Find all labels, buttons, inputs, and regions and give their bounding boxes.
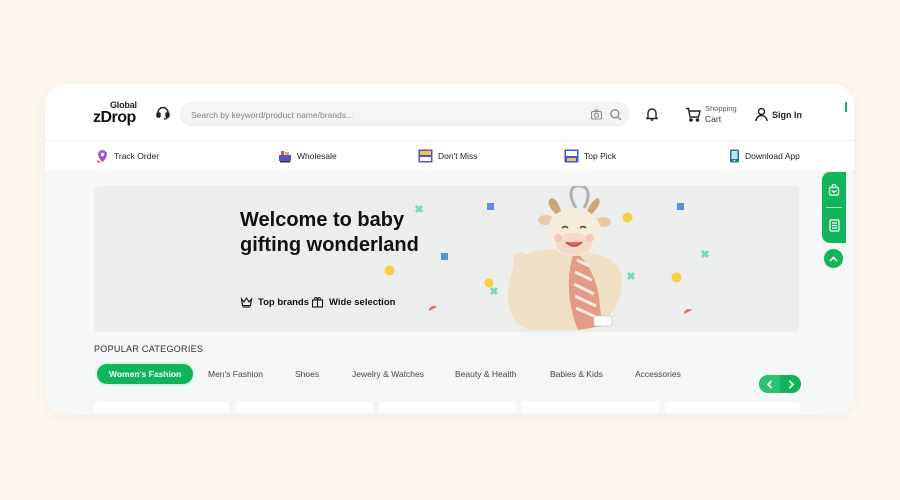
notification-bell-icon[interactable] xyxy=(644,106,660,122)
feature-label: Wide selection xyxy=(329,296,396,308)
location-pin-icon xyxy=(96,150,107,163)
search-icon[interactable] xyxy=(609,108,622,121)
confetti-shape xyxy=(384,265,395,276)
product-card[interactable] xyxy=(665,402,800,412)
confetti-shape xyxy=(414,204,424,214)
browser-frame: Global zDrop Search by keyword/product n… xyxy=(45,84,854,415)
site-header: Global zDrop Search by keyword/product n… xyxy=(45,84,854,140)
shopping-bag-icon xyxy=(828,183,840,196)
nav-top-pick[interactable]: Top Pick xyxy=(564,147,616,165)
sign-in-label: Sign In xyxy=(772,110,802,120)
tab-womens-fashion[interactable]: Women's Fashion xyxy=(97,364,194,384)
nav-label-track-order: Track Order xyxy=(114,151,160,161)
floating-side-panel xyxy=(822,172,846,243)
tab-accessories[interactable]: Accessories xyxy=(635,364,681,384)
logo-zdrop-text: zDrop xyxy=(93,109,136,126)
cart-label-bottom: Cart xyxy=(705,114,722,124)
camera-icon[interactable] xyxy=(590,108,603,121)
quick-nav: Track Order Wholesale Don't Miss Top Pic… xyxy=(45,140,854,170)
feature-top-brands: Top brands xyxy=(240,296,309,308)
search-bar xyxy=(180,102,629,126)
wholesale-icon xyxy=(279,151,291,163)
nav-label-wholesale: Wholesale xyxy=(297,151,337,161)
plush-toy-image xyxy=(508,186,623,330)
arrow-up-icon xyxy=(829,255,838,262)
product-card[interactable] xyxy=(236,402,373,412)
cart-label-top: Shopping xyxy=(705,104,737,113)
gift-box-icon xyxy=(311,296,324,308)
confetti-shape xyxy=(671,272,682,283)
confetti-shape xyxy=(441,253,448,260)
nav-download-app[interactable]: Download App xyxy=(729,147,800,165)
nav-track-order[interactable]: Track Order xyxy=(96,147,159,165)
user-icon xyxy=(755,107,768,122)
phone-icon xyxy=(730,149,739,163)
confetti-shape xyxy=(700,249,710,259)
cart-icon xyxy=(686,107,701,122)
support-headset-icon[interactable] xyxy=(155,105,171,121)
nav-label-download-app: Download App xyxy=(745,151,800,161)
chevron-left-icon xyxy=(766,379,772,389)
carousel-next-button[interactable] xyxy=(780,375,801,393)
product-card[interactable] xyxy=(522,402,659,412)
confetti-shape xyxy=(677,203,684,210)
nav-dont-miss[interactable]: Don't Miss xyxy=(418,147,477,165)
tab-babies-kids[interactable]: Babies & Kids xyxy=(550,364,603,384)
sign-in-button[interactable]: Sign In xyxy=(754,107,814,123)
popular-categories-title: POPULAR CATEGORIES xyxy=(94,344,204,354)
search-input[interactable] xyxy=(191,107,581,122)
scroll-to-top-button[interactable] xyxy=(824,249,843,268)
shopping-cart-button[interactable]: Shopping Cart xyxy=(685,104,745,126)
best-price-icon xyxy=(418,149,433,163)
nav-wholesale[interactable]: Wholesale xyxy=(278,147,337,165)
top-pick-icon xyxy=(564,149,579,163)
tab-beauty-health[interactable]: Beauty & Health xyxy=(455,364,516,384)
product-card[interactable] xyxy=(94,402,229,412)
chevron-right-icon xyxy=(788,379,794,389)
floating-bag-button[interactable] xyxy=(822,172,846,207)
banner-headline: Welcome to baby gifting wonderland xyxy=(240,209,419,256)
tab-shoes[interactable]: Shoes xyxy=(295,364,319,384)
feature-wide-selection: Wide selection xyxy=(311,296,395,308)
nav-label-dont-miss: Don't Miss xyxy=(438,151,478,161)
zdrop-logo[interactable]: Global zDrop xyxy=(93,98,143,128)
confetti-shape xyxy=(429,306,437,311)
tab-mens-fashion[interactable]: Men's Fashion xyxy=(208,364,263,384)
confetti-shape xyxy=(684,309,692,314)
crown-icon xyxy=(240,296,253,308)
floating-list-button[interactable] xyxy=(822,208,846,243)
category-carousel-controls xyxy=(759,375,801,393)
product-card[interactable] xyxy=(379,402,516,412)
carousel-prev-button[interactable] xyxy=(759,375,780,393)
edge-indicator xyxy=(845,102,847,112)
nav-label-top-pick: Top Pick xyxy=(584,151,617,161)
tab-jewelry-watches[interactable]: Jewelry & Watches xyxy=(352,364,424,384)
document-list-icon xyxy=(828,219,840,232)
feature-label: Top brands xyxy=(258,296,310,308)
hero-banner[interactable]: Welcome to baby gifting wonderland Top b… xyxy=(94,186,799,332)
